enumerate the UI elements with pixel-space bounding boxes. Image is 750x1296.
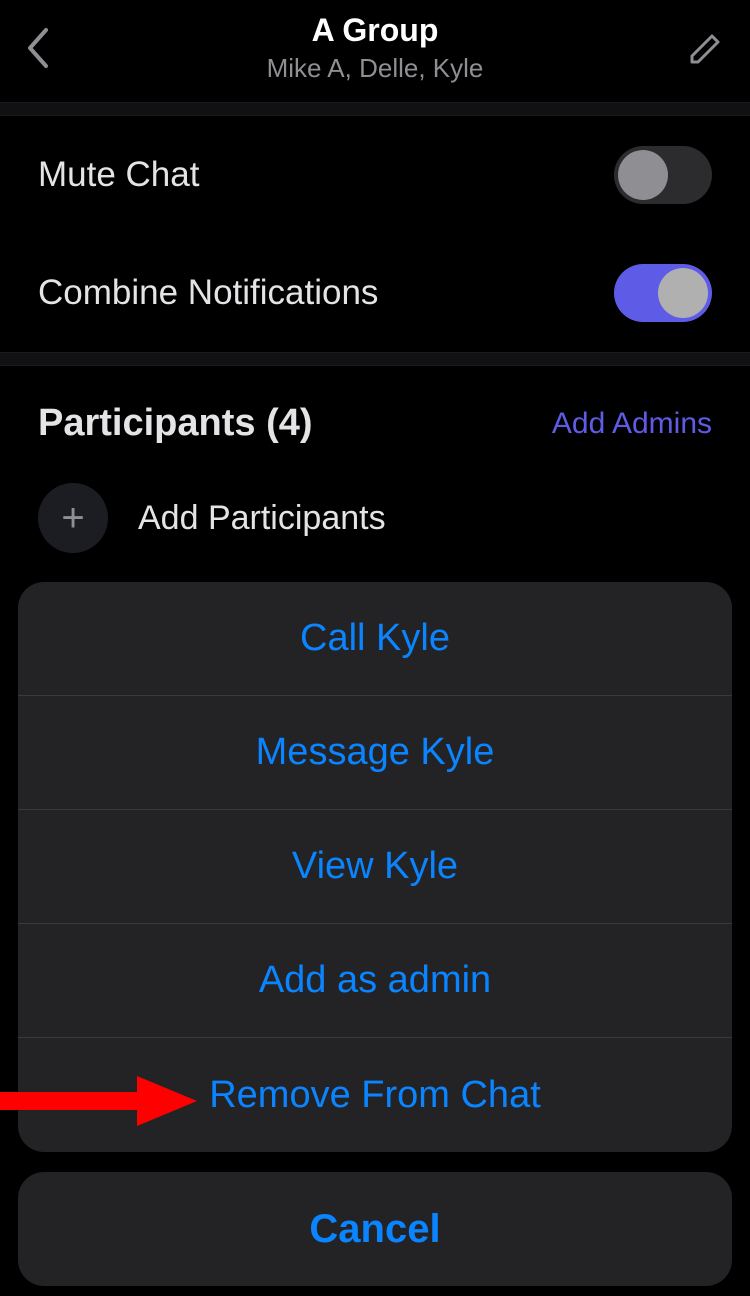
action-call[interactable]: Call Kyle	[18, 582, 732, 696]
section-divider	[0, 352, 750, 366]
mute-chat-row: Mute Chat	[0, 116, 750, 234]
toggle-knob	[658, 268, 708, 318]
mute-chat-toggle[interactable]	[614, 146, 712, 204]
navbar: A Group Mike A, Delle, Kyle	[0, 0, 750, 102]
action-message[interactable]: Message Kyle	[18, 696, 732, 810]
page-subtitle: Mike A, Delle, Kyle	[74, 53, 676, 84]
combine-notifications-toggle[interactable]	[614, 264, 712, 322]
toggle-knob	[618, 150, 668, 200]
page-title: A Group	[74, 12, 676, 49]
action-sheet: Call Kyle Message Kyle View Kyle Add as …	[0, 582, 750, 1296]
combine-notifications-label: Combine Notifications	[38, 273, 378, 313]
action-add-admin[interactable]: Add as admin	[18, 924, 732, 1038]
add-participants-label: Add Participants	[138, 499, 386, 538]
add-participants-row[interactable]: + Add Participants	[0, 463, 750, 573]
participants-title: Participants (4)	[38, 402, 313, 445]
chevron-left-icon	[24, 26, 50, 70]
edit-button[interactable]	[676, 28, 726, 68]
plus-icon: +	[38, 483, 108, 553]
back-button[interactable]	[24, 26, 74, 70]
mute-chat-label: Mute Chat	[38, 155, 199, 195]
combine-notifications-row: Combine Notifications	[0, 234, 750, 352]
section-divider	[0, 102, 750, 116]
cancel-button[interactable]: Cancel	[18, 1172, 732, 1286]
action-sheet-options: Call Kyle Message Kyle View Kyle Add as …	[18, 582, 732, 1152]
action-remove-from-chat[interactable]: Remove From Chat	[18, 1038, 732, 1152]
add-admins-link[interactable]: Add Admins	[552, 407, 712, 441]
pencil-icon	[686, 28, 726, 68]
action-view[interactable]: View Kyle	[18, 810, 732, 924]
participants-header: Participants (4) Add Admins	[0, 366, 750, 463]
